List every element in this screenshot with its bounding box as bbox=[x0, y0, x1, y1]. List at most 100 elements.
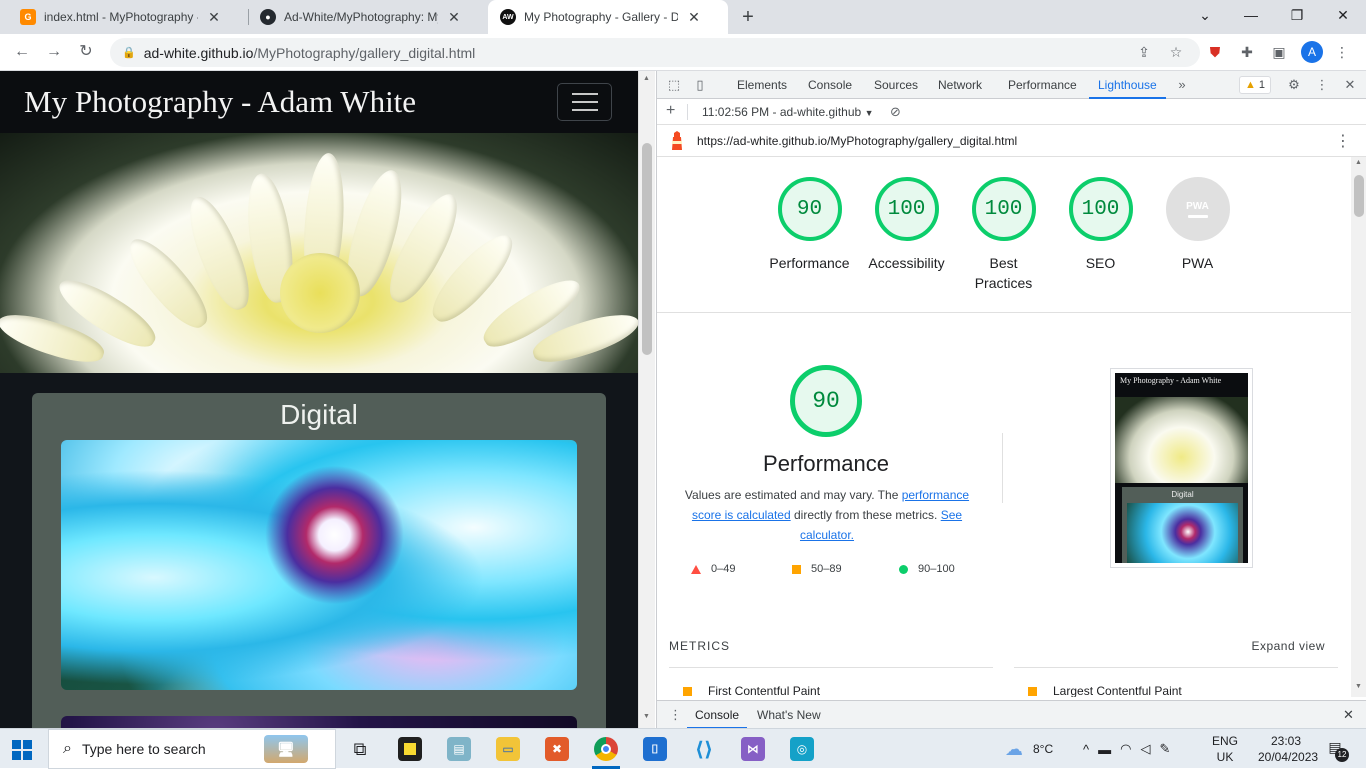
back-icon[interactable]: ← bbox=[10, 40, 34, 64]
tab-lighthouse[interactable]: Lighthouse bbox=[1089, 71, 1166, 99]
tab-elements[interactable]: Elements bbox=[737, 71, 787, 99]
browser-tab-gitpod[interactable]: G index.html - MyPhotography - Gi ✕ bbox=[8, 0, 232, 34]
close-window-button[interactable]: ✕ bbox=[1320, 0, 1366, 30]
maximize-button[interactable]: ❐ bbox=[1274, 0, 1320, 30]
scrollbar-thumb[interactable] bbox=[1354, 175, 1364, 217]
gauge-seo[interactable]: 100 SEO bbox=[1052, 177, 1149, 273]
profile-avatar[interactable]: A bbox=[1301, 41, 1323, 63]
visual-studio-icon[interactable]: ⋈ bbox=[741, 737, 765, 761]
gallery-photo-next[interactable] bbox=[61, 716, 577, 728]
gauge-accessibility[interactable]: 100 Accessibility bbox=[858, 177, 955, 273]
website-scrollbar[interactable]: ▲ ▼ bbox=[638, 71, 655, 728]
report-selector[interactable]: 11:02:56 PM - ad-white.github ▼ bbox=[702, 105, 873, 119]
browser-tab-gallery[interactable]: AW My Photography - Gallery - Digit ✕ bbox=[488, 0, 728, 34]
minimize-button[interactable]: — bbox=[1228, 0, 1274, 30]
close-tab-icon[interactable]: ✕ bbox=[686, 9, 702, 26]
close-devtools-icon[interactable]: ✕ bbox=[1341, 76, 1359, 94]
legend-pass: 90–100 bbox=[899, 563, 955, 575]
thumbnail-card: Digital bbox=[1122, 487, 1243, 563]
wifi-icon[interactable]: ◠ bbox=[1120, 741, 1140, 757]
lighthouse-report: 90 Performance 100 Accessibility 100 Bes… bbox=[657, 157, 1351, 697]
extensions-puzzle-icon[interactable]: ✚ bbox=[1237, 42, 1257, 62]
task-view-icon[interactable]: ⧉ bbox=[348, 737, 372, 761]
lighthouse-toolbar: + 11:02:56 PM - ad-white.github ▼ ⊘ bbox=[657, 99, 1366, 125]
notifications-icon[interactable]: ▤ 12 bbox=[1324, 739, 1349, 762]
devtools-menu-icon[interactable]: ⋮ bbox=[1313, 76, 1331, 94]
drawer-tab-whats-new[interactable]: What's New bbox=[757, 701, 821, 729]
final-screenshot-thumbnail[interactable]: My Photography - Adam White Digital bbox=[1110, 368, 1253, 568]
settings-gear-icon[interactable]: ⚙ bbox=[1285, 76, 1303, 94]
vscode-icon[interactable]: ⟨⟩ bbox=[692, 737, 716, 761]
snipping-tool-icon[interactable]: ◎ bbox=[790, 737, 814, 761]
scrollbar-thumb[interactable] bbox=[642, 143, 652, 355]
gallery-card-digital: Digital bbox=[32, 393, 606, 728]
tab-search-icon[interactable]: ⌄ bbox=[1182, 0, 1228, 30]
warning-count: 1 bbox=[1258, 79, 1266, 91]
report-url[interactable]: https://ad-white.github.io/MyPhotography… bbox=[697, 134, 1017, 148]
drawer-tab-console[interactable]: Console bbox=[687, 701, 748, 729]
chrome-menu-icon[interactable]: ⋮ bbox=[1332, 42, 1352, 62]
pen-icon[interactable]: ✎ bbox=[1159, 741, 1179, 757]
share-icon[interactable]: ⇪ bbox=[1134, 42, 1154, 62]
chevron-up-icon[interactable]: ^ bbox=[1083, 742, 1098, 757]
gallery-photo-clematis[interactable] bbox=[61, 440, 577, 690]
report-menu-icon[interactable]: ⋮ bbox=[1335, 131, 1351, 151]
url-path: /MyPhotography/gallery_digital.html bbox=[253, 44, 476, 61]
tab-console[interactable]: Console bbox=[808, 71, 852, 99]
warnings-badge[interactable]: ▲ 1 bbox=[1239, 76, 1272, 94]
search-highlight-icon[interactable]: 🖥 bbox=[264, 735, 308, 763]
legend-average: 50–89 bbox=[792, 563, 842, 575]
notepad-app-icon[interactable]: ▤ bbox=[447, 737, 471, 761]
inspect-element-icon[interactable]: ⬚ bbox=[665, 76, 683, 94]
thumbnail-photo bbox=[1127, 503, 1238, 563]
battery-icon[interactable]: ▬ bbox=[1098, 742, 1120, 757]
weather-widget[interactable]: ☁ 8°C bbox=[1005, 729, 1053, 769]
square-icon bbox=[792, 564, 801, 574]
clear-reports-icon[interactable]: ⊘ bbox=[890, 104, 901, 120]
tab-network[interactable]: Network bbox=[938, 71, 982, 99]
url-host: ad-white.github.io bbox=[143, 44, 254, 61]
gauge-best-practices[interactable]: 100 Best Practices bbox=[955, 177, 1052, 293]
site-navbar: My Photography - Adam White bbox=[0, 71, 638, 133]
search-icon: ⌕ bbox=[63, 740, 72, 757]
new-tab-button[interactable]: + bbox=[736, 5, 760, 29]
hamburger-menu-button[interactable] bbox=[557, 83, 612, 121]
file-explorer-icon[interactable]: ▭ bbox=[496, 737, 520, 761]
tab-sources[interactable]: Sources bbox=[874, 71, 918, 99]
drawer-menu-icon[interactable]: ⋮ bbox=[669, 707, 682, 723]
gauge-performance[interactable]: 90 Performance bbox=[761, 177, 858, 273]
device-toolbar-icon[interactable]: ▯ bbox=[691, 76, 709, 94]
gauge-label: Performance bbox=[769, 255, 850, 271]
address-bar[interactable]: 🔒 ad-white.github.io/MyPhotography/galle… bbox=[110, 38, 1200, 67]
close-tab-icon[interactable]: ✕ bbox=[206, 9, 222, 26]
reload-icon[interactable]: ↻ bbox=[74, 40, 98, 64]
tab-performance[interactable]: Performance bbox=[1008, 71, 1077, 99]
extension-shield-icon[interactable]: ⛊ bbox=[1205, 42, 1225, 62]
report-scrollbar[interactable]: ▲ ▼ bbox=[1351, 157, 1366, 697]
xampp-icon[interactable]: ✖ bbox=[545, 737, 569, 761]
metrics-heading: METRICS bbox=[669, 639, 730, 653]
close-tab-icon[interactable]: ✕ bbox=[446, 9, 462, 26]
close-drawer-icon[interactable]: ✕ bbox=[1343, 707, 1354, 723]
taskbar-clock[interactable]: 23:03 20/04/2023 bbox=[1258, 733, 1318, 765]
language-indicator[interactable]: ENG UK bbox=[1210, 733, 1240, 765]
forward-icon[interactable]: → bbox=[42, 40, 66, 64]
windows-start-icon[interactable] bbox=[12, 740, 32, 760]
chrome-icon[interactable] bbox=[594, 737, 618, 761]
new-report-icon[interactable]: + bbox=[666, 102, 675, 120]
app-icon[interactable]: ⌷ bbox=[643, 737, 667, 761]
devtools-tab-bar: ⬚ ▯ Elements Console Sources Network Per… bbox=[657, 71, 1366, 99]
expand-view-toggle[interactable]: Expand view bbox=[1251, 639, 1325, 653]
bookmark-star-icon[interactable]: ☆ bbox=[1166, 42, 1186, 62]
performance-score-ring: 90 bbox=[790, 365, 862, 437]
side-panel-icon[interactable]: ▣ bbox=[1269, 42, 1289, 62]
system-tray-icons[interactable]: ^ ▬ ◠ ◁ ✎ bbox=[1083, 729, 1179, 769]
more-tabs-icon[interactable]: » bbox=[1173, 76, 1191, 94]
gauge-pwa[interactable]: PWA PWA bbox=[1149, 177, 1246, 273]
sticky-notes-icon[interactable] bbox=[398, 737, 422, 761]
browser-tab-github[interactable]: ● Ad-White/MyPhotography: My P ✕ bbox=[248, 0, 472, 34]
site-brand[interactable]: My Photography - Adam White bbox=[24, 84, 416, 120]
volume-icon[interactable]: ◁ bbox=[1140, 741, 1159, 757]
metric-fcp: First Contentful Paint bbox=[683, 684, 820, 697]
performance-note: Values are estimated and may vary. The p… bbox=[684, 488, 970, 542]
